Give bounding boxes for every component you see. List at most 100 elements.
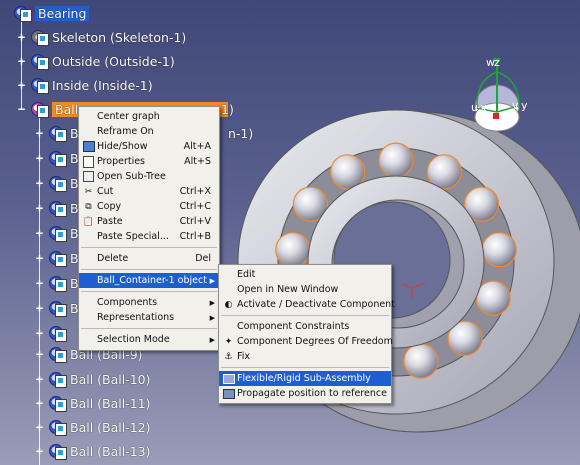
submenu-item-propagate-position[interactable]: Propagate position to reference — [219, 386, 391, 401]
submenu-item-activate-deactivate[interactable]: ◐ Activate / Deactivate Component — [219, 297, 395, 312]
expand-icon[interactable]: + — [34, 445, 45, 457]
tree-child-ball-12[interactable]: + Ball (Ball-12) — [34, 417, 151, 437]
component-icon — [48, 124, 67, 142]
tree-root-bearing[interactable]: Bearing — [10, 3, 90, 23]
component-icon — [30, 100, 49, 118]
expand-icon[interactable]: + — [34, 252, 45, 264]
menu-item-representations[interactable]: Representations ▶ — [79, 310, 219, 325]
tree-child-ball[interactable]: + B — [34, 173, 79, 193]
submenu-item-fix[interactable]: ⚓ Fix — [219, 349, 391, 364]
menu-item-selection-mode[interactable]: Selection Mode ▶ — [79, 332, 219, 347]
context-menu: Center graph Reframe On Hide/Show Alt+A P… — [78, 106, 220, 351]
ball[interactable] — [403, 343, 439, 379]
menu-item-object-submenu[interactable]: Ball_Container-1 object ▶ — [79, 273, 219, 288]
menu-item-components[interactable]: Components ▶ — [79, 295, 219, 310]
menu-item-center-graph[interactable]: Center graph — [79, 109, 219, 124]
tree-child-ball[interactable]: + B — [34, 198, 79, 218]
menu-item-paste[interactable]: 📋 Paste Ctrl+V — [79, 214, 219, 229]
flexible-assembly-icon — [222, 373, 235, 384]
expand-icon[interactable]: + — [34, 152, 45, 164]
expand-icon[interactable]: + — [34, 277, 45, 289]
menu-separator — [81, 247, 217, 248]
menu-item-hide-show[interactable]: Hide/Show Alt+A — [79, 139, 219, 154]
anchor-icon: ⚓ — [224, 351, 233, 362]
expand-icon[interactable]: + — [16, 79, 27, 91]
tree-child-ball-11[interactable]: + Ball (Ball-11) — [34, 393, 151, 413]
ball[interactable] — [481, 232, 517, 268]
tree-item-outside[interactable]: + Outside (Outside-1) — [16, 51, 175, 71]
tree-item-skeleton[interactable]: + Skeleton (Skeleton-1) — [16, 27, 186, 47]
propagate-icon — [222, 388, 235, 399]
tree-child-ball[interactable]: + B — [34, 148, 79, 168]
component-icon — [48, 224, 67, 242]
menu-separator — [221, 315, 389, 316]
tree-item-label: Ball (Ball-11) — [70, 395, 151, 411]
ball[interactable] — [378, 142, 414, 178]
expand-icon[interactable]: + — [34, 373, 45, 385]
component-icon — [48, 149, 67, 167]
expand-icon[interactable]: + — [16, 55, 27, 67]
menu-separator — [81, 328, 217, 329]
component-icon — [30, 76, 49, 94]
tree-child-ball[interactable]: + B n-1) — [34, 123, 253, 143]
properties-icon — [82, 155, 95, 168]
tree-child-ball[interactable]: + B — [34, 273, 79, 293]
expand-icon[interactable]: + — [34, 177, 45, 189]
scissors-icon: ✂ — [84, 186, 93, 197]
tree-item-label: Ball (Ball-10) — [70, 371, 151, 387]
menu-item-paste-special[interactable]: Paste Special... Ctrl+B — [79, 229, 219, 244]
menu-item-open-sub-tree[interactable]: Open Sub-Tree — [79, 169, 219, 184]
submenu-item-open-new-window[interactable]: Open in New Window — [219, 282, 391, 297]
activate-icon: ◐ — [224, 299, 233, 310]
menu-item-delete[interactable]: Delete Del — [79, 251, 219, 266]
menu-item-copy[interactable]: ⧉ Copy Ctrl+C — [79, 199, 219, 214]
component-icon — [48, 442, 67, 460]
expand-icon[interactable]: + — [16, 31, 27, 43]
tree-child-ball-10[interactable]: + Ball (Ball-10) — [34, 369, 151, 389]
ball[interactable] — [475, 280, 511, 316]
expand-icon[interactable]: + — [34, 327, 45, 339]
compass-z-label: z — [494, 56, 500, 69]
product-icon — [13, 4, 32, 22]
component-icon — [48, 274, 67, 292]
submenu-arrow-icon: ▶ — [209, 335, 215, 344]
submenu-item-edit[interactable]: Edit — [219, 267, 391, 282]
submenu-arrow-icon: ▶ — [209, 313, 215, 322]
tree-child-ball-13[interactable]: + Ball (Ball-13) — [34, 441, 151, 461]
expand-icon[interactable]: + — [34, 127, 45, 139]
tree-child-ball[interactable]: + B — [34, 248, 79, 268]
tree-item-label: Ball (Ball-12) — [70, 419, 151, 435]
expand-icon[interactable]: + — [34, 348, 45, 360]
menu-item-cut[interactable]: ✂ Cut Ctrl+X — [79, 184, 219, 199]
expand-icon[interactable]: + — [34, 302, 45, 314]
dof-icon: ✦ — [224, 336, 233, 347]
component-icon — [48, 249, 67, 267]
submenu-arrow-icon: ▶ — [209, 276, 215, 285]
tree-item-inside[interactable]: + Inside (Inside-1) — [16, 75, 153, 95]
submenu-item-flexible-rigid[interactable]: Flexible/Rigid Sub-Assembly — [219, 371, 391, 386]
component-icon — [48, 199, 67, 217]
expand-icon[interactable]: + — [34, 421, 45, 433]
paste-icon: 📋 — [82, 216, 95, 227]
menu-item-properties[interactable]: Properties Alt+S — [79, 154, 219, 169]
menu-separator — [81, 291, 217, 292]
expand-icon[interactable]: + — [34, 202, 45, 214]
tree-item-label: Skeleton (Skeleton-1) — [52, 29, 187, 45]
component-icon — [48, 370, 67, 388]
tree-item-label: Outside (Outside-1) — [52, 53, 175, 69]
submenu-item-degrees-of-freedom[interactable]: ✦ Component Degrees Of Freedom — [219, 334, 393, 349]
expand-icon[interactable]: + — [34, 397, 45, 409]
hide-show-icon — [82, 141, 95, 152]
tree-root-label: Bearing — [35, 5, 90, 21]
submenu-item-component-constraints[interactable]: Component Constraints — [219, 319, 391, 334]
expand-icon[interactable]: + — [34, 227, 45, 239]
object-submenu: Edit Open in New Window ◐ Activate / Deac… — [218, 264, 395, 404]
menu-item-reframe-on[interactable]: Reframe On — [79, 124, 219, 139]
tree-child-ball[interactable]: + B — [34, 223, 79, 243]
component-icon — [48, 299, 67, 317]
tree-child-ball[interactable]: + — [34, 323, 67, 343]
collapse-icon[interactable]: − — [16, 103, 27, 115]
tree-child-ball[interactable]: + B — [34, 298, 79, 318]
3d-viewport[interactable]: w z u x v y Bearing + Skeleton (Skeleton… — [0, 0, 580, 465]
component-icon — [48, 345, 67, 363]
